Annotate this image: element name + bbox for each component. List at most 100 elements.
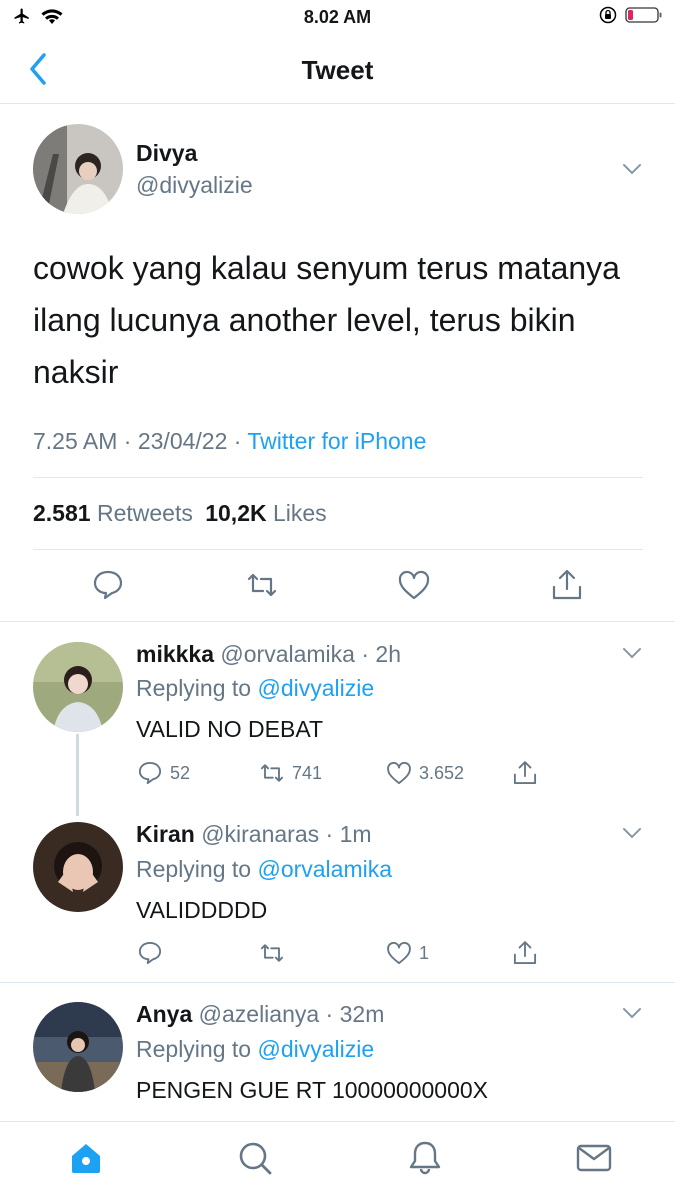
replying-to-link[interactable]: @divyalizie xyxy=(257,675,374,701)
status-bar: 8.02 AM xyxy=(0,0,675,34)
thread-line xyxy=(76,734,79,816)
tab-home[interactable] xyxy=(66,1138,106,1178)
reply-separator: · xyxy=(319,821,340,847)
divider xyxy=(0,621,675,622)
reply-text: VALID NO DEBAT xyxy=(136,716,324,742)
replying-to-link[interactable]: @divyalizie xyxy=(257,1036,374,1062)
likes-stat[interactable]: 10,2K Likes xyxy=(205,500,326,526)
speech-bubble-icon xyxy=(93,570,123,600)
reply-like-button[interactable]: 1 xyxy=(385,939,429,967)
reply-retweet-button[interactable]: 741 xyxy=(258,759,322,787)
tweet-author-handle[interactable]: @divyalizie xyxy=(136,172,253,199)
tweet-author-name[interactable]: Divya xyxy=(136,140,197,167)
tweet-source-link[interactable]: Twitter for iPhone xyxy=(247,428,426,454)
mail-icon xyxy=(576,1144,612,1172)
avatar-kiran[interactable] xyxy=(33,822,123,912)
reply-share-button[interactable] xyxy=(511,939,539,967)
reply-share-button[interactable] xyxy=(511,759,539,787)
retweet-icon xyxy=(260,944,284,962)
tab-messages[interactable] xyxy=(574,1138,614,1178)
reply-menu-button[interactable] xyxy=(621,826,643,840)
tweet-text: cowok yang kalau senyum terus matanya il… xyxy=(33,250,620,390)
battery-icon xyxy=(625,7,662,23)
tab-notifications[interactable] xyxy=(405,1138,445,1178)
reply-text: VALIDDDDD xyxy=(136,897,268,923)
page-title: Tweet xyxy=(301,55,374,85)
replying-to: Replying to @orvalamika xyxy=(136,856,392,883)
reply-reply-button[interactable] xyxy=(136,939,170,967)
share-icon xyxy=(513,941,537,965)
reply-age: 1m xyxy=(339,821,372,847)
reply-reply-button[interactable]: 52 xyxy=(136,759,190,787)
replying-prefix: Replying to xyxy=(136,675,252,701)
search-icon xyxy=(239,1142,272,1175)
reply-header: Anya @azelianya · 32m xyxy=(136,1001,384,1028)
chevron-down-icon xyxy=(623,164,641,175)
likes-label: Likes xyxy=(272,500,327,526)
tab-search[interactable] xyxy=(235,1138,275,1178)
retweet-button[interactable] xyxy=(244,567,280,607)
share-icon xyxy=(552,569,582,600)
reply-like-button[interactable]: 3.652 xyxy=(385,759,464,787)
like-count: 1 xyxy=(419,942,430,963)
reply-count: 52 xyxy=(170,762,191,783)
heart-icon xyxy=(387,941,411,965)
reply-button[interactable] xyxy=(90,567,126,607)
speech-bubble-icon xyxy=(138,761,162,785)
replying-prefix: Replying to xyxy=(136,856,252,882)
meta-separator: · xyxy=(123,428,138,454)
likes-count: 10,2K xyxy=(205,500,267,526)
reply-author-handle[interactable]: @azelianya xyxy=(199,1001,320,1027)
tweet-meta: 7.25 AM · 23/04/22 · Twitter for iPhone xyxy=(33,428,426,455)
tweet-time: 7.25 AM xyxy=(33,428,118,454)
tweet-date: 23/04/22 xyxy=(137,428,228,454)
speech-bubble-icon xyxy=(138,941,162,965)
reply-separator: · xyxy=(319,1001,340,1027)
reply-retweet-button[interactable] xyxy=(258,939,292,967)
like-button[interactable] xyxy=(396,567,432,607)
reply-author-name[interactable]: Kiran xyxy=(136,821,195,847)
reply-age: 2h xyxy=(375,641,402,667)
tweet-stats: 2.581 Retweets 10,2K Likes xyxy=(33,500,327,527)
status-time: 8.02 AM xyxy=(303,7,372,27)
reply-header: mikkka @orvalamika · 2h xyxy=(136,641,401,668)
retweets-count: 2.581 xyxy=(33,500,91,526)
like-count: 3.652 xyxy=(419,762,465,783)
divider xyxy=(33,549,643,550)
retweet-icon xyxy=(260,764,284,782)
reply-text: PENGEN GUE RT 10000000000X xyxy=(136,1077,489,1103)
reply-author-name[interactable]: mikkka xyxy=(136,641,214,667)
reply-header: Kiran @kiranaras · 1m xyxy=(136,821,372,848)
share-button[interactable] xyxy=(549,567,585,607)
chevron-down-icon xyxy=(623,828,641,839)
retweet-count: 741 xyxy=(292,762,323,783)
retweet-icon xyxy=(247,573,277,597)
reply-separator: · xyxy=(354,641,376,667)
avatar-anya[interactable] xyxy=(33,1002,123,1092)
bell-icon xyxy=(409,1141,441,1175)
reply-author-name[interactable]: Anya xyxy=(136,1001,192,1027)
chevron-down-icon xyxy=(623,648,641,659)
retweets-stat[interactable]: 2.581 Retweets xyxy=(33,500,193,526)
reply-menu-button[interactable] xyxy=(621,1006,643,1020)
status-right xyxy=(599,6,663,24)
avatar-divya[interactable] xyxy=(33,124,123,214)
divider xyxy=(0,982,675,983)
tweet-menu-button[interactable] xyxy=(621,162,643,176)
reply-author-handle[interactable]: @orvalamika xyxy=(220,641,355,667)
replying-to: Replying to @divyalizie xyxy=(136,675,374,702)
nav-bar: Tweet xyxy=(0,34,675,104)
replying-prefix: Replying to xyxy=(136,1036,252,1062)
replying-to-link[interactable]: @orvalamika xyxy=(257,856,392,882)
retweets-label: Retweets xyxy=(96,500,193,526)
heart-icon xyxy=(398,570,430,600)
tab-bar xyxy=(0,1121,675,1200)
home-icon xyxy=(72,1144,100,1173)
reply-author-handle[interactable]: @kiranaras xyxy=(201,821,319,847)
reply-menu-button[interactable] xyxy=(621,646,643,660)
chevron-down-icon xyxy=(623,1008,641,1019)
divider xyxy=(33,477,643,478)
share-icon xyxy=(513,761,537,785)
replying-to: Replying to @divyalizie xyxy=(136,1036,374,1063)
avatar-mikkka[interactable] xyxy=(33,642,123,732)
